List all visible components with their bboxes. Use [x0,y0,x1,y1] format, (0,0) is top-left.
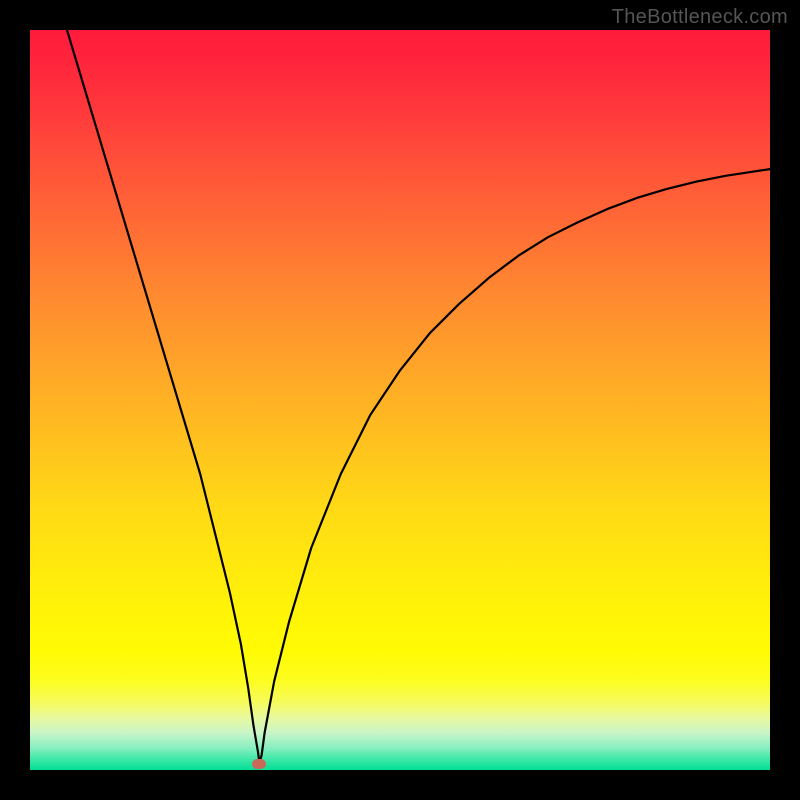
curve-overlay [30,30,770,770]
watermark-text: TheBottleneck.com [612,6,788,29]
chart-frame: TheBottleneck.com [0,0,800,800]
optimal-point-marker [252,759,266,769]
bottleneck-curve [67,30,770,763]
